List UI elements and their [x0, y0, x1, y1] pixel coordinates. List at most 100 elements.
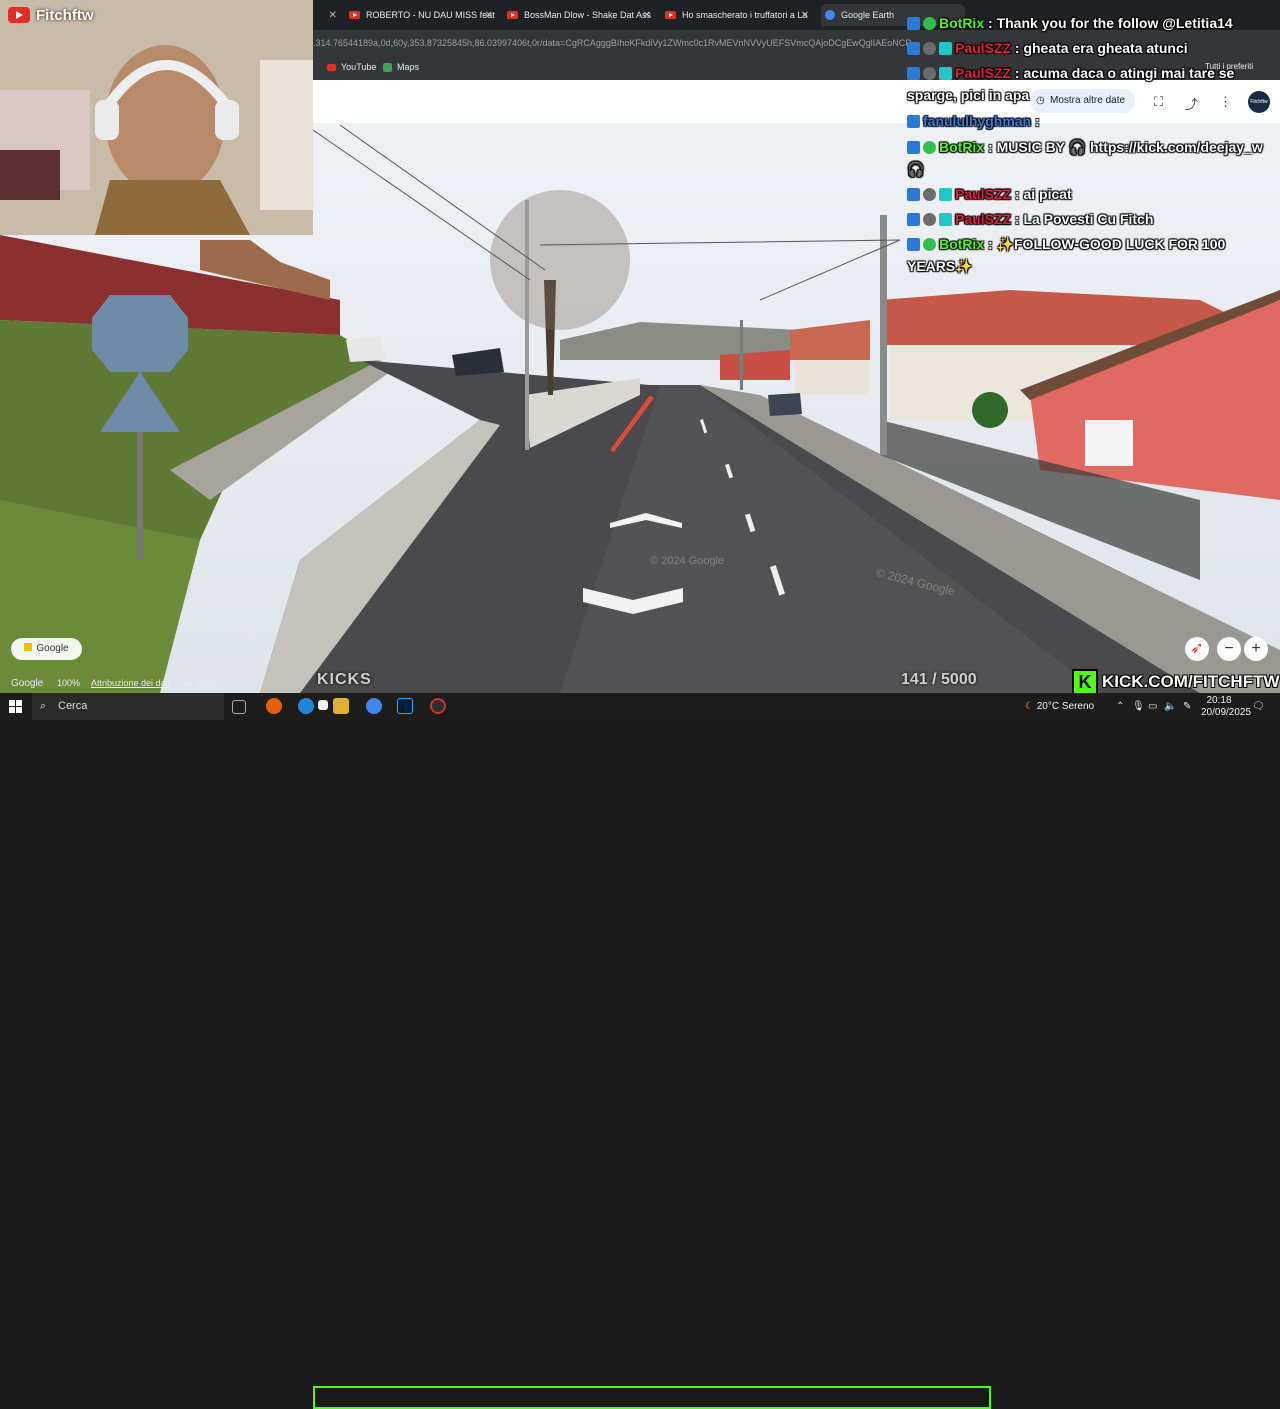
weather-text: 20°C Sereno — [1036, 701, 1095, 712]
tab-label: Ho smascherato i truffatori a La — [682, 10, 808, 20]
chat-text: : gheata era gheata atunci — [1014, 40, 1188, 56]
youtube-icon — [349, 11, 360, 19]
chrome-icon[interactable] — [366, 698, 382, 714]
zoom-in-button[interactable]: + — [1244, 637, 1268, 661]
tab-label: Google Earth — [841, 10, 895, 20]
bookmark-label: YouTube — [341, 62, 377, 72]
close-icon[interactable]: ✕ — [643, 10, 651, 21]
microphone-icon[interactable]: 🎙 — [1132, 693, 1145, 720]
bookmark-youtube[interactable]: YouTube — [327, 62, 376, 72]
chat-message: PaulSZZ : La Povesti Cu Fitch — [907, 208, 1275, 230]
subscriber-badge-icon — [939, 67, 952, 80]
chat-message: PaulSZZ : ai picat — [907, 183, 1275, 205]
chat-badge-icon — [907, 141, 920, 154]
pen-icon[interactable]: ✎ — [1183, 693, 1191, 720]
google-chip[interactable]: Google — [11, 638, 82, 660]
moon-icon: ☾ — [1025, 701, 1034, 712]
chat-message: fanululhyghman : — [907, 110, 1275, 132]
network-icon[interactable]: ▭ — [1148, 693, 1157, 720]
youtube-icon — [327, 63, 336, 71]
chat-badge-icon — [907, 238, 920, 251]
status-google: Google — [11, 678, 44, 689]
bookmark-maps[interactable]: Maps — [383, 62, 419, 72]
chat-badge-icon — [907, 17, 920, 30]
chat-badge-icon — [907, 115, 920, 128]
file-explorer-icon[interactable] — [333, 698, 349, 714]
chat-username: PaulSZZ — [955, 186, 1012, 202]
tab-youtube-3[interactable]: Ho smascherato i truffatori a La ✕ — [665, 4, 813, 26]
bookmark-label: Maps — [397, 62, 420, 72]
close-icon[interactable]: ✕ — [329, 10, 337, 21]
avatar-badge-icon — [923, 42, 936, 55]
youtube-icon — [665, 11, 676, 19]
subscriber-badge-icon — [939, 42, 952, 55]
chat-username: BotRix — [939, 236, 985, 252]
close-icon[interactable]: ✕ — [801, 10, 809, 21]
close-icon[interactable]: ✕ — [485, 10, 493, 21]
compass-button[interactable]: ➶ — [1185, 637, 1209, 661]
google-icon — [24, 643, 33, 651]
compass-icon: ➶ — [1190, 640, 1204, 657]
avatar-badge-icon — [923, 67, 936, 80]
notification-icon[interactable]: 🗨 — [1252, 693, 1265, 720]
windows-start-icon[interactable] — [9, 700, 22, 713]
date-text: 20/09/2025 — [1201, 707, 1252, 718]
youtube-icon — [507, 11, 518, 19]
chevron-up-icon[interactable]: ⌃ — [1116, 693, 1124, 720]
kick-brand: K KICK.COM/FITCHFTW — [1072, 669, 1280, 695]
url-text: .314.76544189a,0d,60y,353.87325845h,86.0… — [313, 38, 912, 48]
status-attribution-link[interactable]: Attribuzione dei dati — [91, 678, 170, 688]
photoshop-icon[interactable] — [397, 698, 413, 714]
earth-icon — [825, 10, 835, 20]
edge-icon[interactable] — [298, 698, 314, 714]
channel-title: Fitchftw — [8, 4, 94, 26]
chat-badge-icon — [907, 213, 920, 226]
google-chip-label: Google — [36, 643, 69, 654]
tab-label: BossMan Dlow - Shake Dat Ass — [524, 10, 652, 20]
chat-text: : La Povesti Cu Fitch — [1014, 211, 1154, 227]
avatar-badge-icon — [923, 213, 936, 226]
status-date: nov 2024 — [178, 678, 216, 688]
task-view-icon[interactable] — [232, 700, 246, 714]
weather-widget[interactable]: ☾ 20°C Sereno — [1025, 693, 1094, 720]
taskbar: ⌕ Cerca ☾ 20°C Sereno ⌃ 🎙 ▭ 🔈 ✎ 20:18 20… — [0, 693, 1280, 1409]
avatar-badge-icon — [923, 188, 936, 201]
chat-badge-icon — [907, 188, 920, 201]
chat-username: BotRix — [939, 15, 985, 31]
watermark: © 2024 Google — [650, 555, 725, 567]
tab-youtube-2[interactable]: BossMan Dlow - Shake Dat Ass ✕ — [507, 4, 655, 26]
notepad-icon[interactable] — [318, 700, 328, 710]
minus-icon: − — [1224, 640, 1234, 657]
kicks-count: 141 / 5000 — [901, 671, 977, 688]
chat-text: : ai picat — [1014, 186, 1072, 202]
kicks-label: KICKS — [317, 671, 372, 688]
subscriber-badge-icon — [939, 188, 952, 201]
webcam-graphic — [0, 0, 313, 235]
chat-badge-icon — [907, 42, 920, 55]
taskbar-search[interactable]: ⌕ Cerca — [32, 693, 224, 720]
chat-username: BotRix — [939, 139, 985, 155]
obs-icon[interactable] — [430, 698, 446, 714]
channel-name: Fitchftw — [36, 6, 94, 24]
subscriber-badge-icon — [939, 213, 952, 226]
status-zoom: 100% — [57, 678, 81, 688]
firefox-icon[interactable] — [266, 698, 282, 714]
search-icon: ⌕ — [40, 700, 47, 712]
volume-icon[interactable]: 🔈 — [1164, 693, 1176, 720]
tab-youtube-1[interactable]: ROBERTO - NU DAU MISS feat ✕ — [349, 4, 497, 26]
chat-username: PaulSZZ — [955, 65, 1012, 81]
chat-badge-icon — [907, 67, 920, 80]
zoom-out-button[interactable]: − — [1217, 637, 1241, 661]
chat-text: : — [1035, 113, 1040, 129]
kick-logo-icon: K — [1072, 669, 1098, 695]
chat-message: PaulSZZ : acuma daca o atingi mai tare s… — [907, 62, 1275, 106]
plus-icon: + — [1251, 640, 1261, 657]
tab-close-previous[interactable]: ✕ — [321, 4, 341, 26]
clock[interactable]: 20:18 20/09/2025 — [1201, 695, 1252, 722]
verified-badge-icon — [923, 141, 936, 154]
time-text: 20:18 — [1206, 695, 1232, 706]
kick-url: KICK.COM/FITCHFTW — [1102, 672, 1280, 691]
verified-badge-icon — [923, 17, 936, 30]
chat-username: PaulSZZ — [955, 40, 1012, 56]
chat-message: BotRix : ✨FOLLOW-GOOD LUCK FOR 100 YEARS… — [907, 233, 1275, 277]
